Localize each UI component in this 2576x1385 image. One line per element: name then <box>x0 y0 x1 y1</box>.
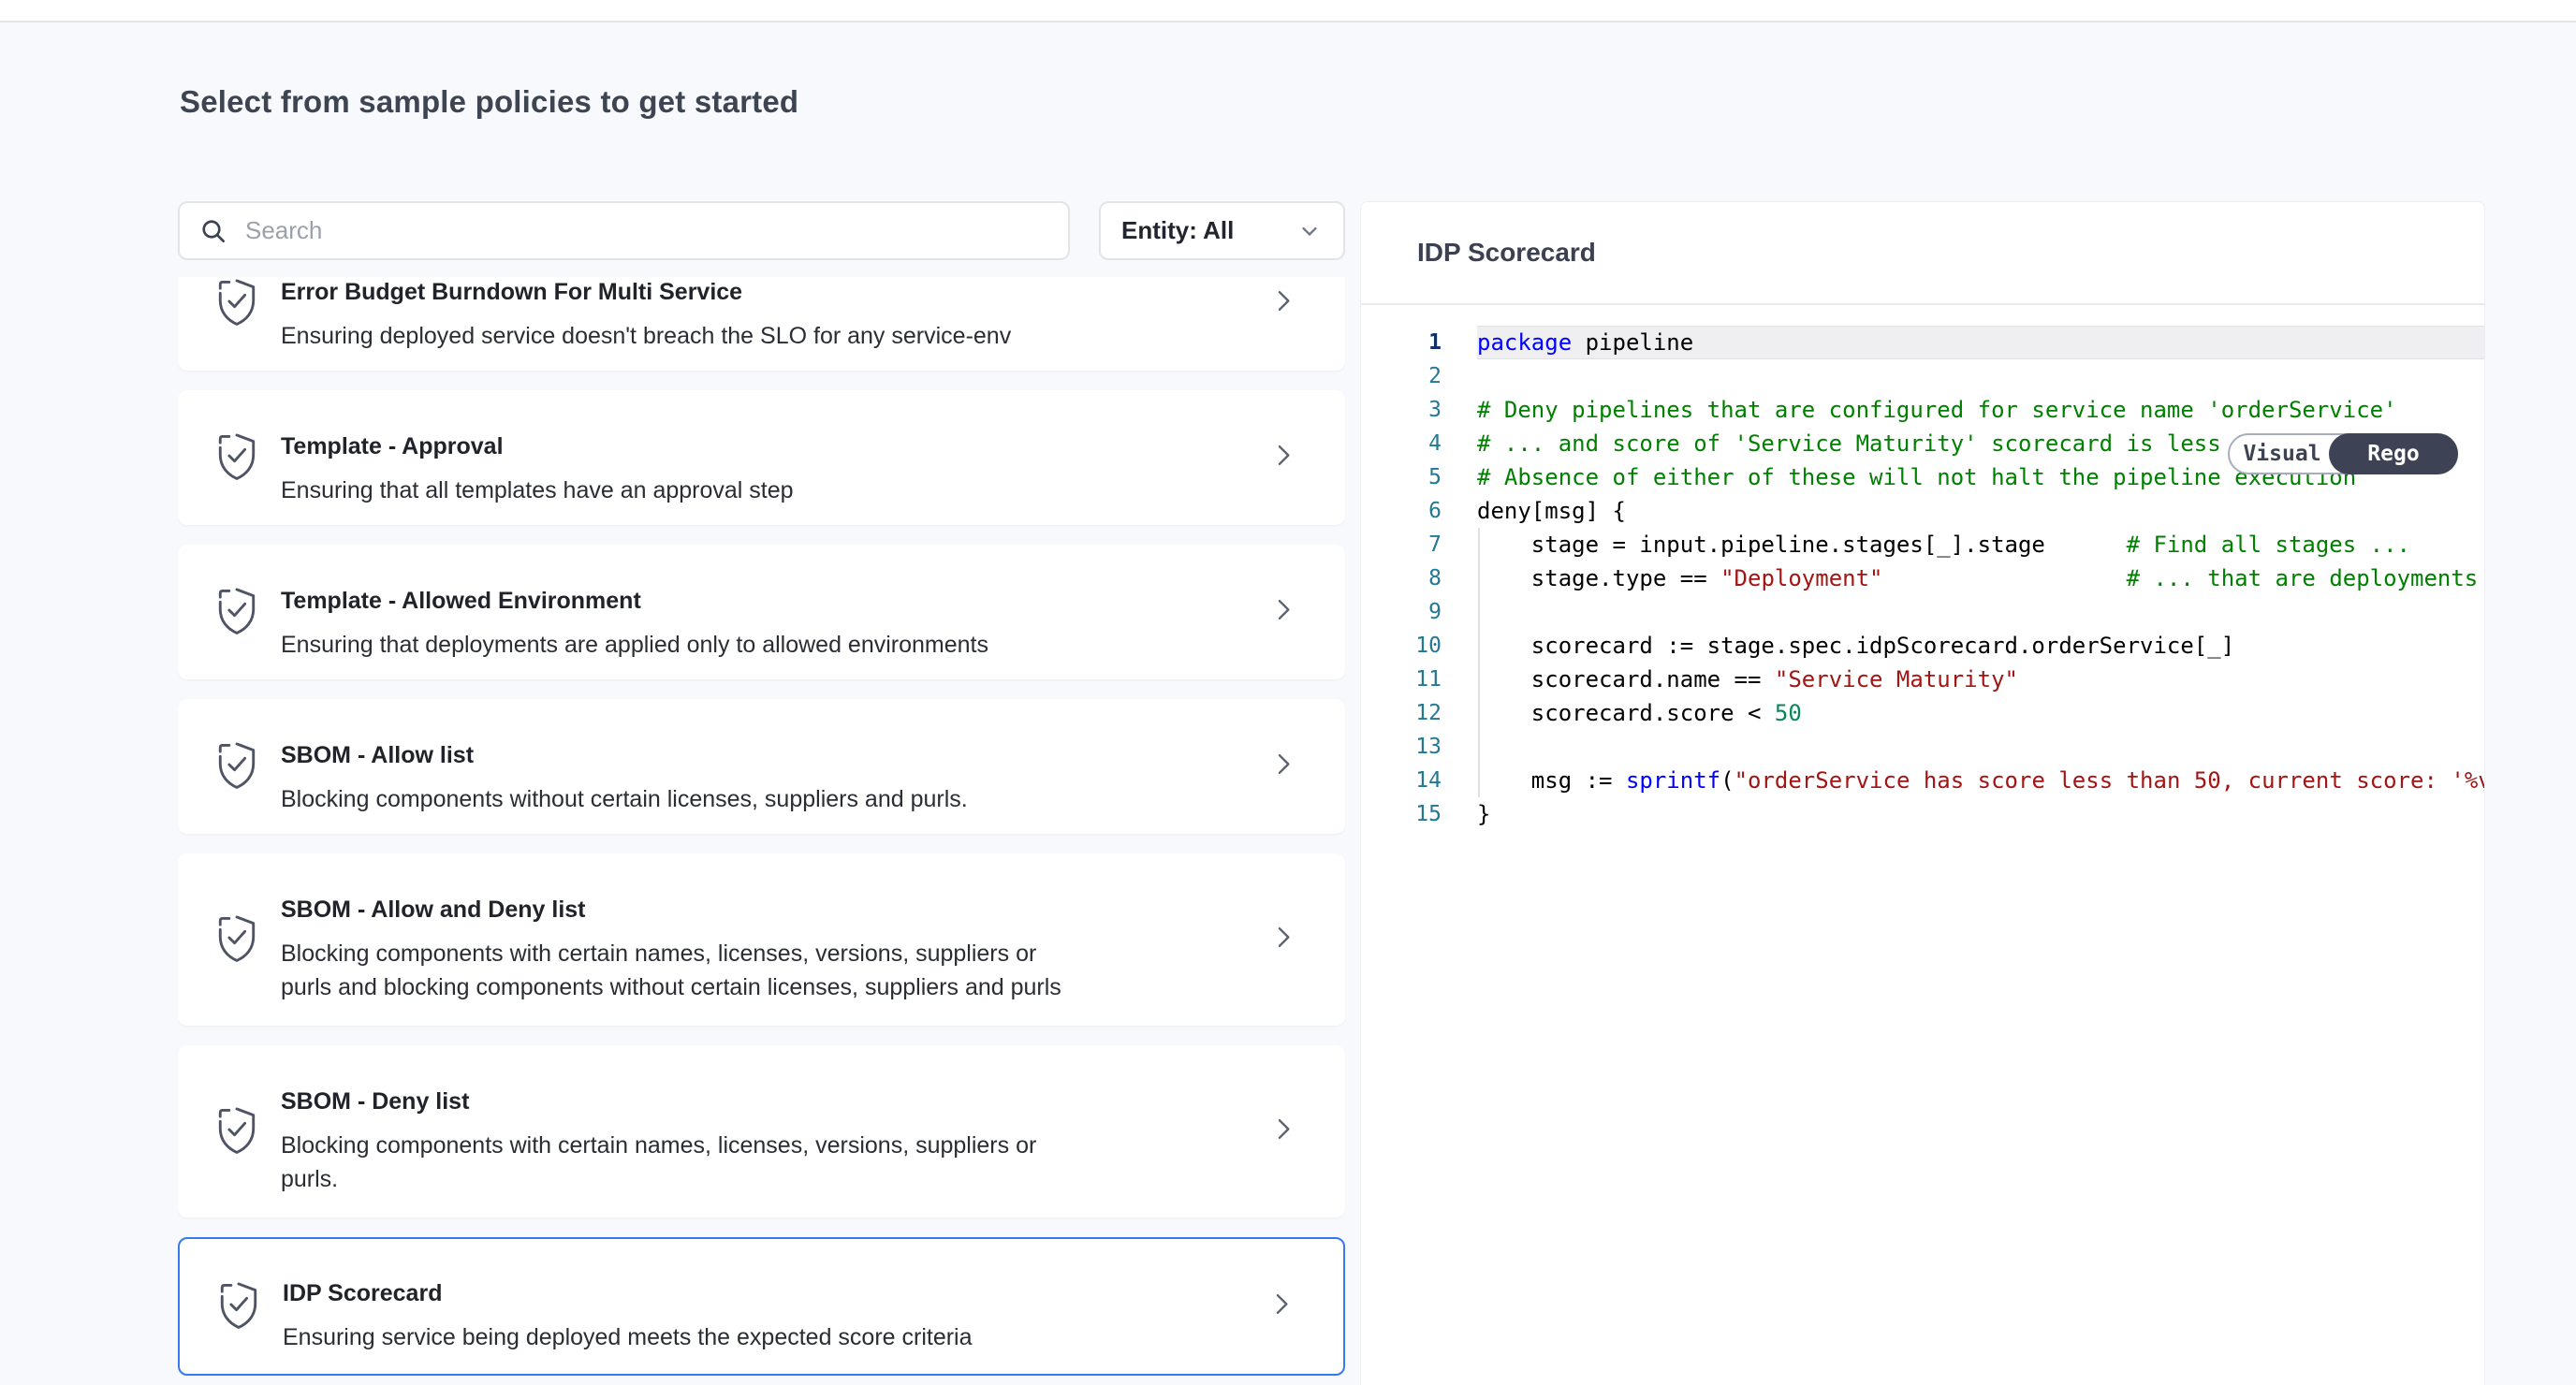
chevron-right-icon <box>1266 1290 1296 1324</box>
policy-card-title: SBOM - Allow list <box>281 740 1251 770</box>
chevron-right-icon <box>1268 923 1298 957</box>
visual-rego-toggle: Visual Rego <box>2228 433 2458 474</box>
line-number: 15 <box>1361 797 1442 831</box>
code-line: 12 scorecard.score < 50 <box>1361 696 2484 730</box>
policy-shield-icon <box>217 1279 260 1334</box>
chevron-right-icon <box>1268 750 1298 784</box>
chevron-right-icon <box>1268 1115 1298 1149</box>
policy-card-title: Template - Allowed Environment <box>281 586 1251 616</box>
policy-card[interactable]: Template - Allowed Environment Ensuring t… <box>178 545 1345 679</box>
line-number: 8 <box>1361 561 1442 595</box>
code-line-content: # Deny pipelines that are configured for… <box>1477 393 2484 427</box>
chevron-down-icon <box>1296 218 1323 244</box>
policy-shield-icon <box>215 585 258 640</box>
entity-filter-dropdown[interactable]: Entity: All <box>1099 201 1345 260</box>
line-number: 12 <box>1361 696 1442 730</box>
rego-code-editor: 1 package pipeline 23 # Deny pipelines that… <box>1361 305 2484 831</box>
policy-shield-icon <box>215 430 258 486</box>
code-line: 1 package pipeline <box>1361 326 2484 359</box>
code-line: 6 deny[msg] { <box>1361 494 2484 528</box>
code-line-content: stage.type == "Deployment" # ... that ar… <box>1477 561 2484 595</box>
policy-card-description: Ensuring that deployments are applied on… <box>281 628 1251 662</box>
search-box <box>178 201 1070 260</box>
code-line-content: deny[msg] { <box>1477 494 2484 528</box>
policy-card[interactable]: SBOM - Allow list Blocking components wit… <box>178 699 1345 834</box>
policy-preview-panel: IDP Scorecard 1 package pipeline 23 # Deny … <box>1360 201 2485 1385</box>
code-line: 15} <box>1361 797 2484 831</box>
code-line: 7 stage = input.pipeline.stages[_].stage… <box>1361 528 2484 561</box>
code-line-content <box>1477 730 2484 764</box>
policy-card[interactable]: Template - Approval Ensuring that all tem… <box>178 390 1345 525</box>
policy-card-title: Template - Approval <box>281 431 1251 461</box>
policy-list: Error Budget Burndown For Multi Service E… <box>178 277 1345 1385</box>
code-line-content: } <box>1477 797 2484 831</box>
line-number: 13 <box>1361 730 1442 764</box>
policy-card-title: SBOM - Deny list <box>281 1086 1251 1116</box>
toggle-option-visual[interactable]: Visual <box>2230 435 2334 473</box>
code-line: 9 <box>1361 595 2484 629</box>
policy-card-description: Ensuring service being deployed meets th… <box>283 1320 1250 1354</box>
line-number: 6 <box>1361 494 1442 528</box>
code-line-content: stage = input.pipeline.stages[_].stage #… <box>1477 528 2484 561</box>
code-line: 3 # Deny pipelines that are configured fo… <box>1361 393 2484 427</box>
policy-shield-icon <box>215 1104 258 1159</box>
code-line-content: package pipeline <box>1477 326 2484 359</box>
policy-card[interactable]: SBOM - Allow and Deny list Blocking compo… <box>178 853 1345 1026</box>
line-number: 7 <box>1361 528 1442 561</box>
code-line-content: msg := sprintf("orderService has score l… <box>1477 764 2484 797</box>
line-number: 4 <box>1361 427 1442 460</box>
policy-card-title: SBOM - Allow and Deny list <box>281 895 1251 925</box>
page-title: Select from sample policies to get start… <box>180 84 798 120</box>
search-icon <box>198 216 228 246</box>
code-line-content <box>1477 359 2484 393</box>
code-line: 11 scorecard.name == "Service Maturity" <box>1361 663 2484 696</box>
line-number: 1 <box>1361 326 1442 359</box>
panel-title: IDP Scorecard <box>1361 202 2484 305</box>
chevron-right-icon <box>1268 441 1298 475</box>
line-number: 3 <box>1361 393 1442 427</box>
policy-card-description: Blocking components without certain lice… <box>281 782 1251 816</box>
sample-policies-page: Select from sample policies to get start… <box>0 0 2576 1385</box>
toggle-option-rego[interactable]: Rego <box>2329 433 2458 474</box>
entity-filter-label: Entity: All <box>1121 216 1234 245</box>
chevron-right-icon <box>1268 595 1298 630</box>
policy-card[interactable]: Error Budget Burndown For Multi Service E… <box>178 277 1345 371</box>
line-number: 11 <box>1361 663 1442 696</box>
line-number: 9 <box>1361 595 1442 629</box>
code-line-content: scorecard.name == "Service Maturity" <box>1477 663 2484 696</box>
line-number: 10 <box>1361 629 1442 663</box>
top-bar <box>0 0 2576 22</box>
code-line-content <box>1477 595 2484 629</box>
policy-card[interactable]: SBOM - Deny list Blocking components with… <box>178 1045 1345 1217</box>
search-input[interactable] <box>243 215 1049 246</box>
chevron-right-icon <box>1268 286 1298 321</box>
line-number: 2 <box>1361 359 1442 393</box>
policy-shield-icon <box>215 277 258 331</box>
policy-card[interactable]: IDP Scorecard Ensuring service being depl… <box>178 1237 1345 1376</box>
code-line: 8 stage.type == "Deployment" # ... that … <box>1361 561 2484 595</box>
line-number: 14 <box>1361 764 1442 797</box>
code-line: 13 <box>1361 730 2484 764</box>
code-line: 14 msg := sprintf("orderService has scor… <box>1361 764 2484 797</box>
code-line-content: scorecard := stage.spec.idpScorecard.ord… <box>1477 629 2484 663</box>
policy-card-description: Ensuring deployed service doesn't breach… <box>281 319 1251 353</box>
policy-card-description: Blocking components with certain names, … <box>281 1129 1251 1196</box>
code-line: 10 scorecard := stage.spec.idpScorecard.… <box>1361 629 2484 663</box>
policy-card-title: Error Budget Burndown For Multi Service <box>281 277 1251 307</box>
policy-card-title: IDP Scorecard <box>283 1278 1250 1308</box>
policy-card-description: Blocking components with certain names, … <box>281 937 1251 1004</box>
code-line-content: scorecard.score < 50 <box>1477 696 2484 730</box>
policy-shield-icon <box>215 912 258 968</box>
policy-card-description: Ensuring that all templates have an appr… <box>281 474 1251 507</box>
policy-shield-icon <box>215 739 258 795</box>
code-line: 2 <box>1361 359 2484 393</box>
line-number: 5 <box>1361 460 1442 494</box>
